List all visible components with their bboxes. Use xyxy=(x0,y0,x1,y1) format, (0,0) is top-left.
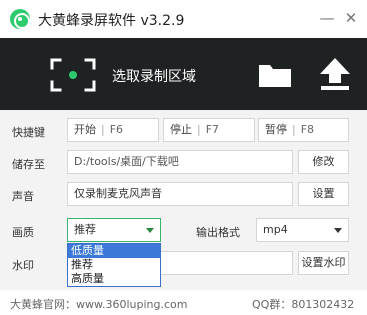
hotkey-stop-name: 停止 xyxy=(170,123,192,136)
format-select-value: mp4 xyxy=(263,223,288,236)
official-site-link[interactable]: 大黄蜂官网：www.360luping.com xyxy=(10,296,187,312)
quality-label: 画质 xyxy=(12,226,34,239)
footer: 大黄蜂官网：www.360luping.com QQ群：801302432 xyxy=(0,290,367,315)
audio-select-value: 仅录制麦克风声音 xyxy=(74,187,162,200)
chevron-down-icon xyxy=(334,228,342,233)
record-region-icon[interactable] xyxy=(50,58,96,92)
app-title: 大黄蜂录屏软件 v3.2.9 xyxy=(38,13,185,29)
select-region-button[interactable]: 选取录制区域 xyxy=(112,66,196,86)
hotkey-stop-field[interactable]: 停止 | F7 xyxy=(163,118,255,142)
close-button[interactable]: ✕ xyxy=(342,9,360,27)
hotkey-start-field[interactable]: 开始 | F6 xyxy=(67,118,159,142)
quality-option-high[interactable]: 高质量 xyxy=(68,272,160,286)
save-label: 储存至 xyxy=(12,158,45,171)
change-path-button[interactable]: 修改 xyxy=(298,150,349,174)
chevron-down-icon xyxy=(146,228,154,233)
qq-group-text: QQ群：801302432 xyxy=(252,298,355,311)
audio-settings-button[interactable]: 设置 xyxy=(298,182,349,206)
hotkey-pause-name: 暂停 xyxy=(265,123,287,136)
hotkey-stop-key: F7 xyxy=(205,123,220,136)
folder-icon[interactable] xyxy=(258,62,292,88)
save-path-input[interactable]: D:/tools/桌面/下载吧 xyxy=(67,150,293,174)
title-bar: 大黄蜂录屏软件 v3.2.9 — ✕ xyxy=(0,0,367,38)
upload-icon[interactable] xyxy=(318,56,352,92)
format-label: 输出格式 xyxy=(196,226,240,239)
format-select[interactable]: mp4 xyxy=(256,218,349,242)
watermark-label: 水印 xyxy=(12,259,34,272)
audio-select[interactable]: 仅录制麦克风声音 xyxy=(67,182,293,206)
quality-select-value: 推荐 xyxy=(74,223,96,236)
hotkey-start-name: 开始 xyxy=(74,123,96,136)
quality-dropdown: 低质量 推荐 高质量 xyxy=(67,243,161,287)
hotkey-pause-key: F8 xyxy=(300,123,315,136)
watermark-settings-button[interactable]: 设置水印 xyxy=(298,251,349,275)
app-logo-icon xyxy=(10,9,30,29)
hotkey-start-key: F6 xyxy=(109,123,124,136)
quality-select[interactable]: 推荐 xyxy=(67,218,161,242)
audio-label: 声音 xyxy=(12,190,34,203)
minimize-button[interactable]: — xyxy=(318,9,336,27)
quality-option-low[interactable]: 低质量 xyxy=(68,244,160,258)
quality-option-recommended[interactable]: 推荐 xyxy=(68,258,160,272)
hotkey-label: 快捷键 xyxy=(12,126,45,139)
hotkey-pause-field[interactable]: 暂停 | F8 xyxy=(258,118,349,142)
main-toolbar: 选取录制区域 xyxy=(0,38,367,110)
